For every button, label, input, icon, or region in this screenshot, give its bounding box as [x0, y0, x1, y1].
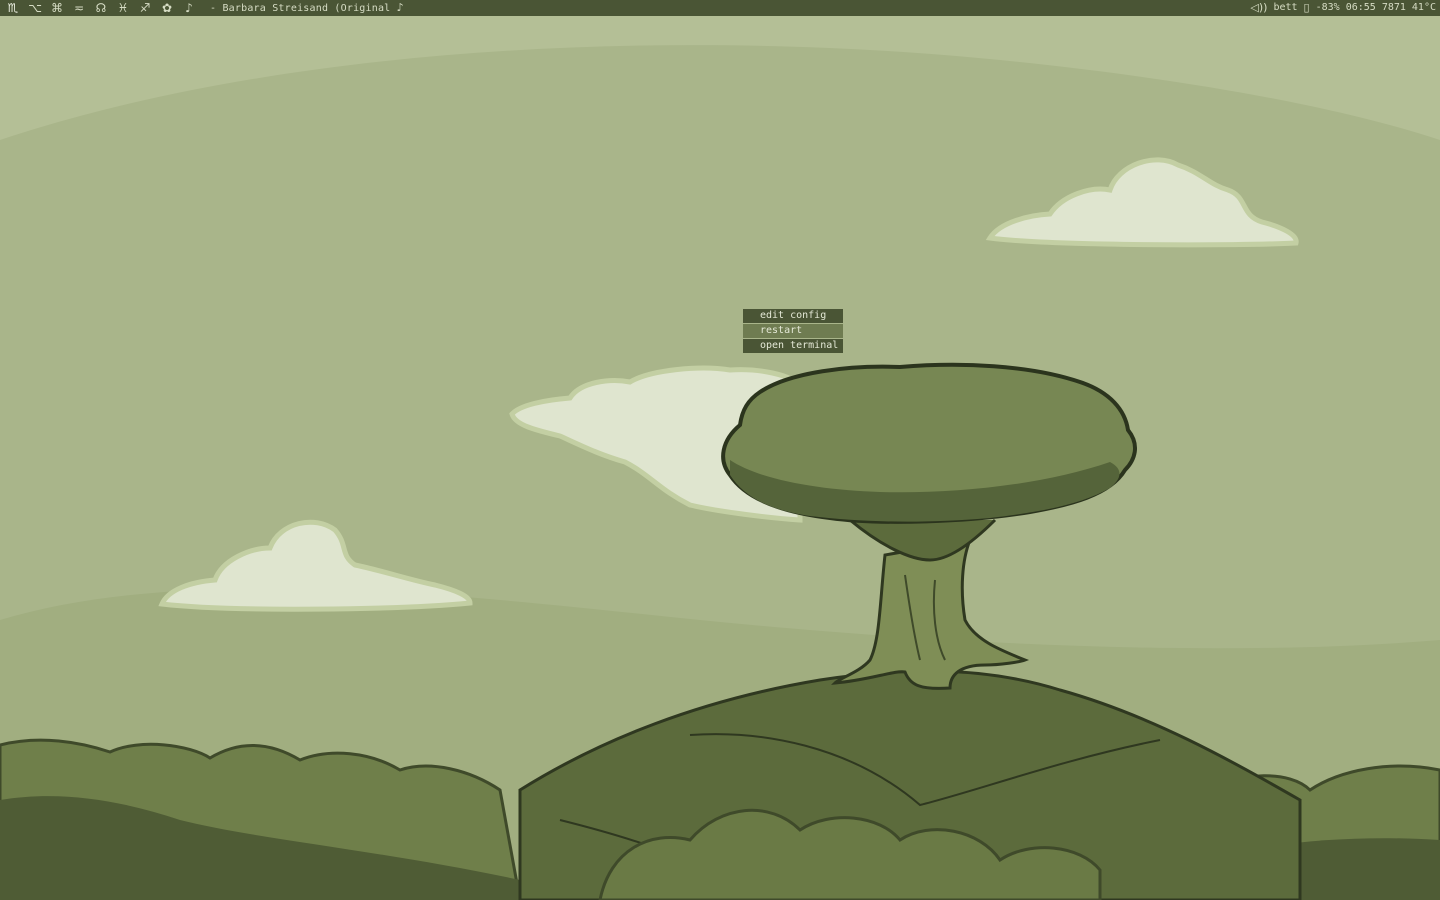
menu-item-edit-config[interactable]: edit config: [743, 309, 843, 323]
wallpaper: [0, 0, 1440, 900]
workspace-tag-music-note-icon[interactable]: ♪: [178, 0, 200, 16]
workspace-tag-pisces-icon[interactable]: ♓: [112, 0, 134, 16]
workspace-tags: ♏ ⌥ ⌘ ≂ ☊ ♓ ♐ ✿ ♪: [0, 0, 200, 16]
workspace-tag-approx-icon[interactable]: ≂: [68, 0, 90, 16]
workspace-tag-scorpio-icon[interactable]: ♏: [2, 0, 24, 16]
workspace-tag-command-key-icon[interactable]: ⌘: [46, 0, 68, 16]
root-menu: edit config restart open terminal: [743, 309, 843, 354]
top-panel: ♏ ⌥ ⌘ ≂ ☊ ♓ ♐ ✿ ♪ - Barbara Streisand (Original …: [0, 0, 1440, 16]
clock: 06:55: [1345, 2, 1376, 13]
workspace-tag-headphones-icon[interactable]: ☊: [90, 0, 112, 16]
battery-icon: ▯: [1303, 1, 1310, 14]
workspace-tag-flower-icon[interactable]: ✿: [156, 0, 178, 16]
temperature: 41°C: [1411, 2, 1436, 13]
workspace-tag-sagittarius-icon[interactable]: ♐: [134, 0, 156, 16]
menu-item-restart[interactable]: restart: [743, 324, 843, 338]
workspace-tag-option-key-icon[interactable]: ⌥: [24, 0, 46, 16]
music-note-icon: ♪: [396, 0, 404, 14]
menu-item-open-terminal[interactable]: open terminal: [743, 339, 843, 353]
memory-usage: 7871: [1381, 2, 1406, 13]
now-playing: - Barbara Streisand (Original ♪: [210, 0, 404, 17]
battery-level: -83%: [1315, 2, 1340, 13]
now-playing-title: - Barbara Streisand (Original: [210, 2, 391, 14]
desktop: ♏ ⌥ ⌘ ≂ ☊ ♓ ♐ ✿ ♪ - Barbara Streisand (Original …: [0, 0, 1440, 900]
wifi-icon: ◁)): [1250, 1, 1268, 14]
status-area: ◁)) bett ▯ -83% 06:55 7871 41°C: [1250, 0, 1440, 16]
network-name: bett: [1273, 2, 1298, 13]
